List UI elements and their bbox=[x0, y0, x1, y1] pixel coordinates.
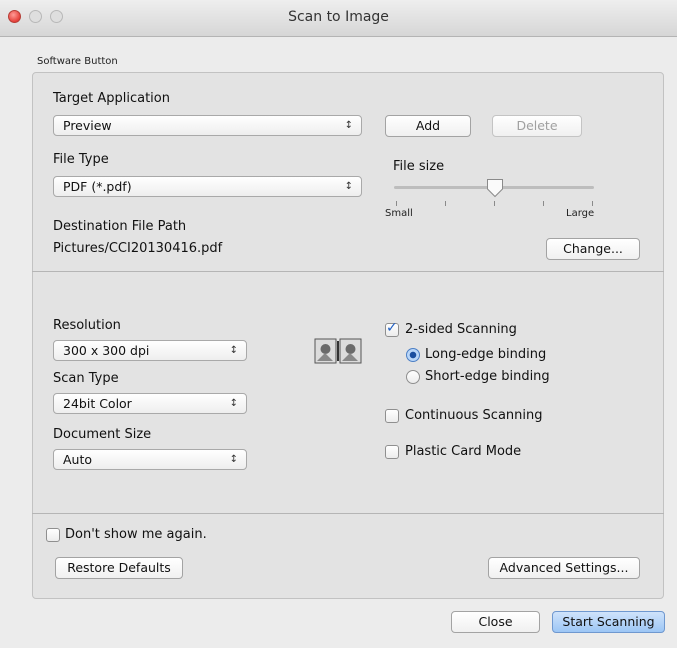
slider-tick bbox=[592, 201, 593, 206]
document-size-popup[interactable]: Auto ↕ bbox=[53, 449, 247, 470]
target-application-label: Target Application bbox=[53, 91, 170, 106]
target-application-value: Preview bbox=[63, 118, 112, 133]
two-sided-checkbox[interactable]: ✓ bbox=[385, 320, 399, 337]
document-size-value: Auto bbox=[63, 452, 93, 467]
advanced-settings-button[interactable]: Advanced Settings... bbox=[488, 557, 640, 579]
destination-path: Pictures/CCI20130416.pdf bbox=[53, 241, 223, 256]
popup-arrows-icon: ↕ bbox=[344, 181, 353, 192]
title-bar: Scan to Image bbox=[0, 0, 677, 37]
continuous-scanning-label: Continuous Scanning bbox=[405, 408, 543, 423]
long-edge-radio[interactable] bbox=[406, 348, 420, 362]
destination-label: Destination File Path bbox=[53, 219, 187, 234]
resolution-popup[interactable]: 300 x 300 dpi ↕ bbox=[53, 340, 247, 361]
delete-button[interactable]: Delete bbox=[492, 115, 582, 137]
popup-arrows-icon: ↕ bbox=[229, 345, 238, 356]
software-button-group bbox=[32, 72, 664, 599]
slider-tick bbox=[445, 201, 446, 206]
add-button[interactable]: Add bbox=[385, 115, 471, 137]
plastic-card-checkbox[interactable] bbox=[385, 445, 399, 459]
popup-arrows-icon: ↕ bbox=[344, 120, 353, 131]
slider-tick bbox=[543, 201, 544, 206]
resolution-label: Resolution bbox=[53, 318, 121, 333]
file-type-popup[interactable]: PDF (*.pdf) ↕ bbox=[53, 176, 362, 197]
change-button[interactable]: Change... bbox=[546, 238, 640, 260]
separator bbox=[32, 271, 664, 272]
popup-arrows-icon: ↕ bbox=[229, 398, 238, 409]
document-size-label: Document Size bbox=[53, 427, 152, 442]
long-edge-label: Long-edge binding bbox=[425, 347, 547, 362]
plastic-card-label: Plastic Card Mode bbox=[405, 444, 522, 459]
scan-type-label: Scan Type bbox=[53, 371, 119, 386]
start-scanning-button[interactable]: Start Scanning bbox=[552, 611, 665, 633]
separator bbox=[32, 513, 664, 514]
slider-tick bbox=[494, 201, 495, 206]
short-edge-radio[interactable] bbox=[406, 370, 420, 384]
file-type-value: PDF (*.pdf) bbox=[63, 179, 132, 194]
checkmark-icon: ✓ bbox=[386, 320, 398, 336]
scan-to-image-window: Scan to Image Software Button Target App… bbox=[0, 0, 677, 648]
popup-arrows-icon: ↕ bbox=[229, 454, 238, 465]
group-label: Software Button bbox=[37, 56, 118, 67]
resolution-value: 300 x 300 dpi bbox=[63, 343, 150, 358]
slider-min-label: Small bbox=[385, 208, 413, 219]
scan-type-value: 24bit Color bbox=[63, 396, 132, 411]
short-edge-label: Short-edge binding bbox=[425, 369, 550, 384]
slider-tick bbox=[396, 201, 397, 206]
duplex-pages-icon bbox=[314, 338, 362, 364]
file-size-slider-thumb[interactable] bbox=[486, 178, 504, 198]
file-size-label: File size bbox=[393, 159, 445, 174]
dont-show-checkbox[interactable] bbox=[46, 528, 60, 542]
two-sided-label: 2-sided Scanning bbox=[405, 322, 517, 337]
target-application-popup[interactable]: Preview ↕ bbox=[53, 115, 362, 136]
close-button[interactable]: Close bbox=[451, 611, 540, 633]
window-title: Scan to Image bbox=[288, 9, 389, 25]
file-type-label: File Type bbox=[53, 152, 109, 167]
continuous-scanning-checkbox[interactable] bbox=[385, 409, 399, 423]
restore-defaults-button[interactable]: Restore Defaults bbox=[55, 557, 183, 579]
slider-max-label: Large bbox=[566, 208, 595, 219]
scan-type-popup[interactable]: 24bit Color ↕ bbox=[53, 393, 247, 414]
dont-show-label: Don't show me again. bbox=[65, 527, 207, 542]
